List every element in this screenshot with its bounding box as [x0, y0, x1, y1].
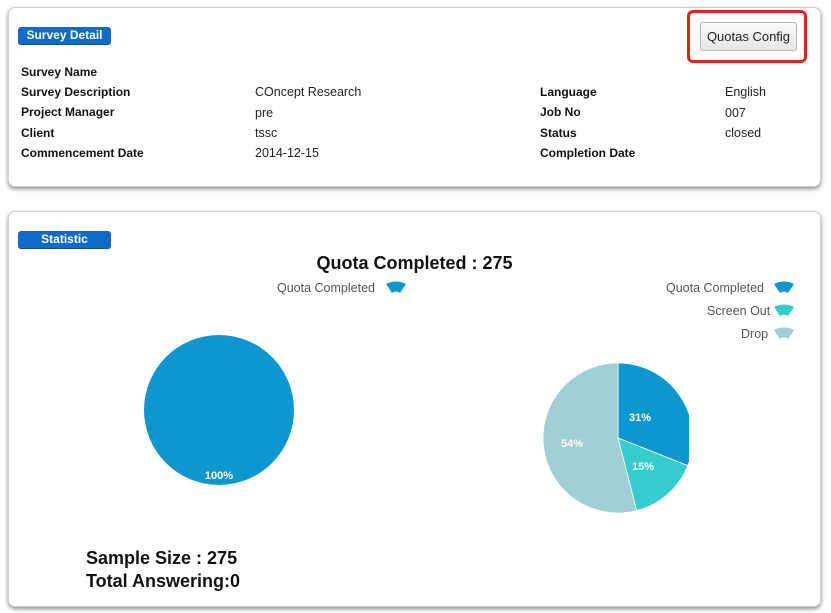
client-label: Client	[21, 126, 55, 140]
pie-label-quota-completed: 100%	[205, 470, 233, 482]
statistic-panel: Statistic Quota Completed : 275 Quota Co…	[8, 211, 821, 607]
status-label: Status	[540, 126, 577, 140]
completion-date-label: Completion Date	[540, 146, 636, 160]
project-manager-label: Project Manager	[21, 105, 115, 119]
job-no-label: Job No	[540, 105, 581, 119]
legend-quota-completed-1[interactable]: Quota Completed	[277, 281, 375, 295]
survey-detail-badge: Survey Detail	[18, 27, 111, 44]
commencement-date-label: Commencement Date	[21, 146, 144, 160]
client-value: tssc	[255, 126, 278, 140]
legend-drop[interactable]: Drop	[741, 327, 768, 341]
survey-name-label: Survey Name	[21, 65, 98, 79]
language-value: English	[725, 85, 766, 99]
survey-description-label: Survey Description	[21, 85, 131, 99]
commencement-date-value: 2014-12-15	[255, 146, 319, 160]
language-label: Language	[540, 85, 597, 99]
legend-screen-out[interactable]: Screen Out	[707, 304, 770, 318]
total-answering-text: Total Answering:0	[86, 571, 241, 591]
survey-detail-panel: Survey Detail Quotas Config Survey Name …	[8, 7, 821, 187]
legend-swatch-quota-completed-1	[386, 281, 406, 293]
pie-chart-breakdown: 31% 15% 54%	[542, 362, 689, 514]
sample-size-text: Sample Size : 275	[86, 548, 238, 568]
legend-swatch-quota-completed-2	[774, 281, 794, 293]
pie-slice-quota-completed[interactable]	[144, 335, 294, 485]
project-manager-value: pre	[255, 106, 274, 120]
legend-quota-completed-2[interactable]: Quota Completed	[666, 281, 764, 295]
survey-description-value: COncept Research	[255, 85, 362, 99]
statistic-badge: Statistic	[18, 231, 111, 248]
pie-label-quota-completed: 31%	[629, 412, 651, 424]
legend-swatch-drop	[774, 327, 794, 339]
pie-label-drop: 54%	[561, 438, 583, 450]
job-no-value: 007	[725, 106, 746, 120]
quotas-config-button[interactable]: Quotas Config	[700, 22, 797, 51]
status-value: closed	[725, 126, 762, 140]
legend-swatch-screen-out	[774, 304, 794, 316]
chart-title: Quota Completed : 275	[316, 253, 513, 273]
pie-label-screen-out: 15%	[632, 461, 654, 473]
pie-chart-quota: 100%	[144, 335, 294, 485]
